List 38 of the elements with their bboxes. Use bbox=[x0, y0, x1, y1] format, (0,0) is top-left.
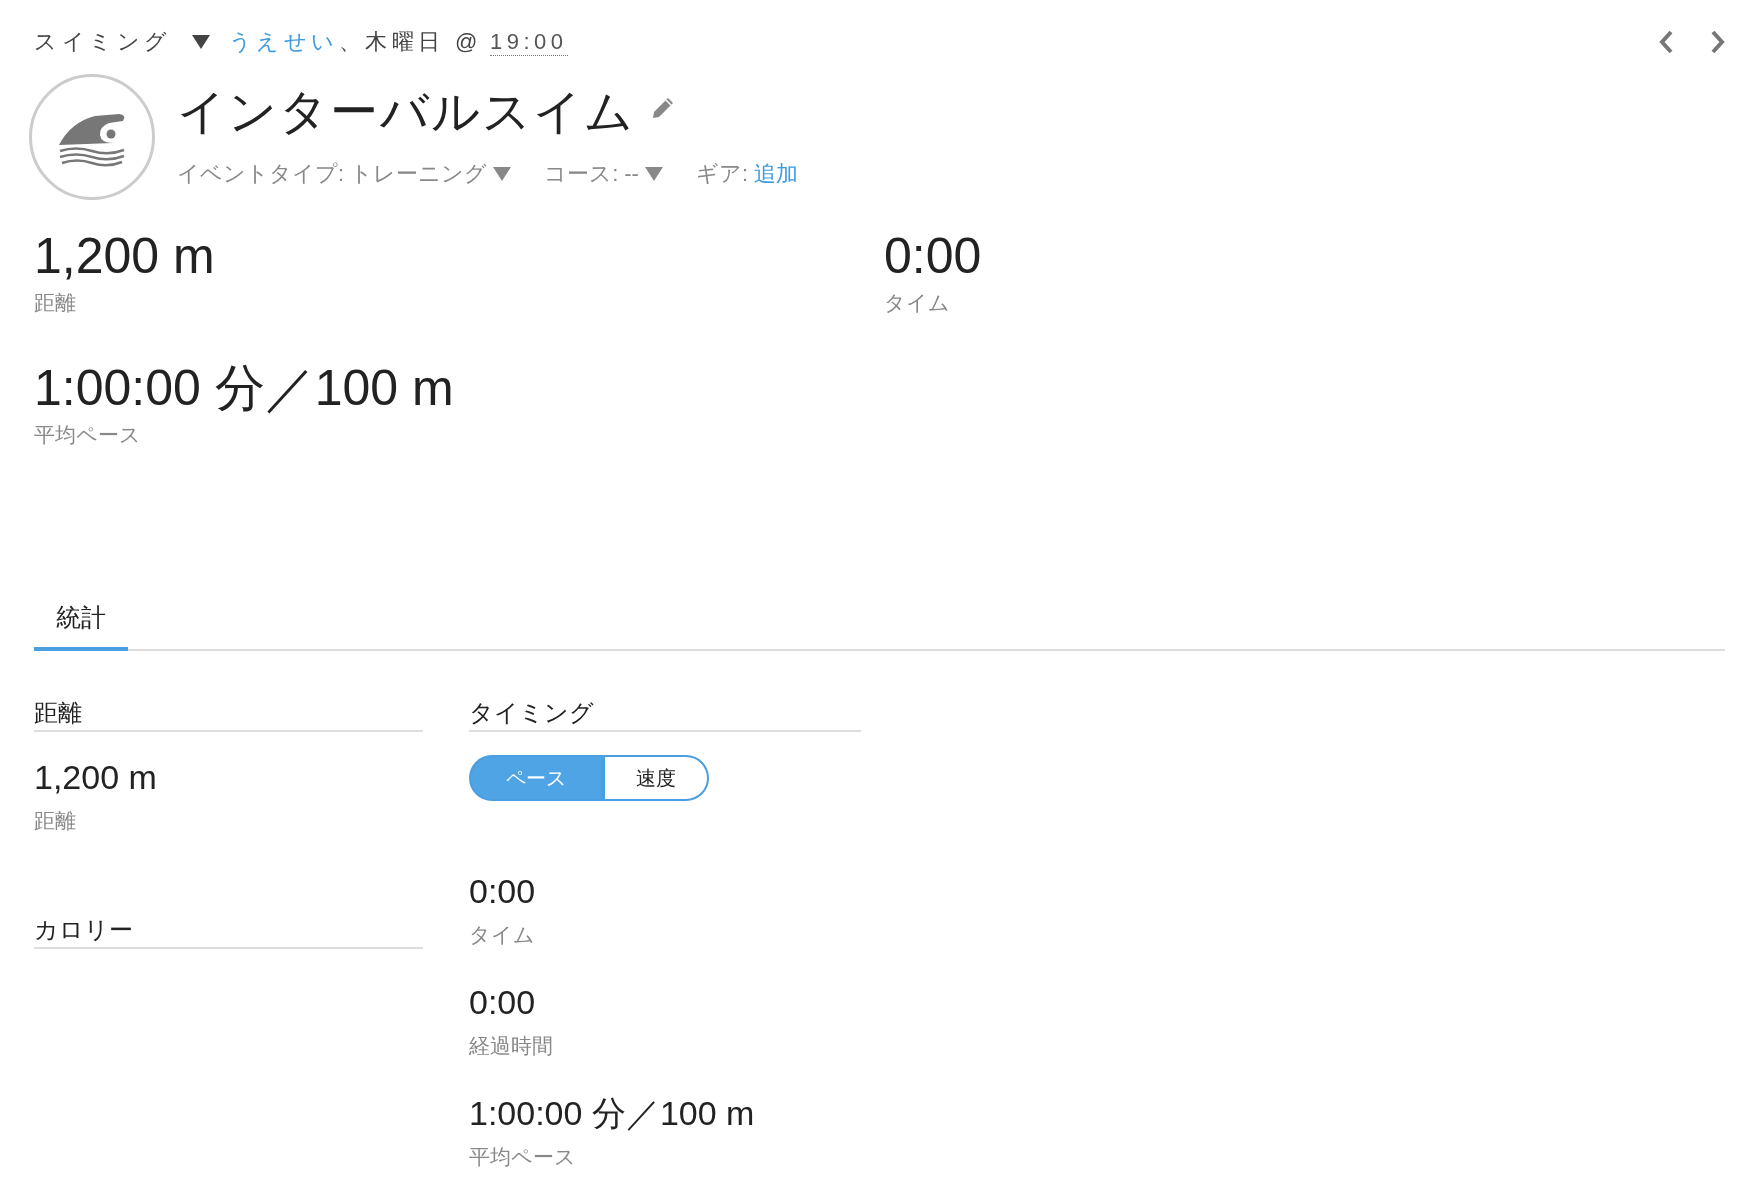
stat-label: 経過時間 bbox=[469, 1034, 553, 1058]
caret-down-icon bbox=[493, 167, 512, 181]
summary-value: 1:00:00 分／100 m bbox=[34, 360, 454, 416]
stat-value: 1,200 m bbox=[34, 757, 157, 797]
stat-label: 距離 bbox=[34, 809, 76, 833]
add-link[interactable]: 追加 bbox=[754, 159, 799, 189]
chevron-right-icon[interactable] bbox=[1711, 30, 1725, 54]
dropdown-button[interactable]: -- bbox=[624, 159, 663, 189]
field-label: ギア: bbox=[695, 160, 749, 188]
user-link[interactable]: うえせい bbox=[228, 26, 339, 58]
tab[interactable]: 統計 bbox=[34, 602, 128, 651]
section-heading: タイミング bbox=[469, 698, 861, 732]
toggle-button[interactable]: ペース bbox=[469, 755, 603, 801]
pencil-icon[interactable] bbox=[651, 96, 675, 120]
field-label: コース: bbox=[544, 160, 619, 188]
caret-down-icon bbox=[644, 167, 663, 181]
date-text: 、木曜日 @ bbox=[338, 28, 482, 56]
stat-value: 0:00 bbox=[469, 982, 536, 1022]
chevron-left-icon[interactable] bbox=[1659, 30, 1673, 54]
dropdown-button[interactable]: トレーニング bbox=[350, 159, 512, 189]
stat-label: タイム bbox=[469, 923, 535, 947]
summary-label: 距離 bbox=[34, 290, 76, 316]
summary-value: 1,200 m bbox=[34, 228, 215, 284]
summary-label: 平均ペース bbox=[34, 422, 141, 448]
stat-value: 1:00:00 分／100 m bbox=[469, 1093, 755, 1133]
stat-label: 平均ペース bbox=[469, 1145, 576, 1169]
swimmer-icon bbox=[29, 74, 155, 200]
stat-value: 0:00 bbox=[469, 871, 536, 911]
caret-down-icon bbox=[191, 35, 210, 49]
toggle-button[interactable]: 速度 bbox=[603, 755, 709, 801]
summary-label: タイム bbox=[884, 290, 950, 316]
sport-dropdown[interactable]: スイミング bbox=[34, 26, 210, 58]
activity-title: インターバルスイム bbox=[177, 84, 635, 140]
time-text: 19:00 bbox=[489, 28, 568, 56]
field-label: イベントタイプ: bbox=[177, 160, 345, 188]
section-heading: 距離 bbox=[34, 698, 423, 732]
section-heading: カロリー bbox=[34, 915, 423, 949]
summary-value: 0:00 bbox=[884, 228, 982, 284]
